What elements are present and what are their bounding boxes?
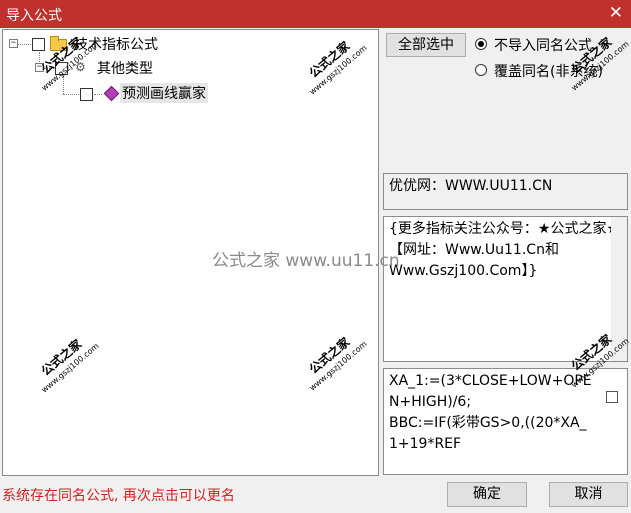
tree-item-checkbox[interactable] (80, 88, 93, 101)
tree-connector (63, 94, 79, 95)
gear-icon: ⚙ (75, 60, 86, 74)
formula-tree[interactable]: − 技术指标公式 − ⚙ 其他类型 预测画线赢家 (2, 29, 379, 476)
description-panel[interactable]: {更多指标关注公众号：★公式之家★【网址：Www.Uu11.Cn和Www.Gsz… (383, 216, 628, 362)
close-icon[interactable]: ✕ (609, 3, 623, 23)
folder-icon (50, 36, 67, 51)
ok-button[interactable]: 确定 (447, 482, 527, 507)
code-panel-checkbox[interactable] (606, 391, 618, 403)
radio-overwrite[interactable] (475, 64, 487, 76)
formula-diamond-icon (103, 85, 120, 102)
tree-item-label[interactable]: 预测画线赢家 (120, 83, 208, 103)
tree-connector (18, 44, 31, 45)
tree-connector (63, 76, 64, 94)
status-message: 系统存在同名公式, 再次点击可以更名 (2, 488, 235, 504)
tree-connector (94, 94, 102, 95)
code-text: XA_1:=(3*CLOSE+LOW+OPEN+HIGH)/6; BBC:=IF… (389, 373, 592, 452)
description-scrollbar[interactable] (611, 217, 627, 361)
radio-no-import-label[interactable]: 不导入同名公式 (494, 35, 592, 55)
tree-group-expander[interactable]: − (35, 63, 44, 72)
cancel-button[interactable]: 取消 (549, 482, 628, 507)
tree-connector (44, 68, 54, 69)
radio-no-import[interactable] (475, 38, 487, 50)
title-bar: 导入公式 ✕ (0, 0, 631, 28)
select-all-button[interactable]: 全部选中 (386, 33, 466, 57)
code-preview-panel[interactable]: XA_1:=(3*CLOSE+LOW+OPEN+HIGH)/6; BBC:=IF… (383, 368, 628, 475)
tree-root-checkbox[interactable] (32, 38, 45, 51)
tree-group-checkbox[interactable] (55, 62, 68, 75)
tree-root-expander[interactable]: − (9, 39, 18, 48)
tree-root-label[interactable]: 技术指标公式 (74, 34, 158, 54)
tree-group-label[interactable]: 其他类型 (97, 58, 153, 78)
site-info-panel: 优优网：WWW.UU11.CN (383, 173, 628, 210)
radio-overwrite-label[interactable]: 覆盖同名(非系统) (494, 61, 603, 81)
site-text: 优优网：WWW.UU11.CN (389, 178, 553, 194)
window-title: 导入公式 (6, 8, 62, 24)
description-text: {更多指标关注公众号：★公式之家★【网址：Www.Uu11.Cn和Www.Gsz… (389, 221, 620, 279)
